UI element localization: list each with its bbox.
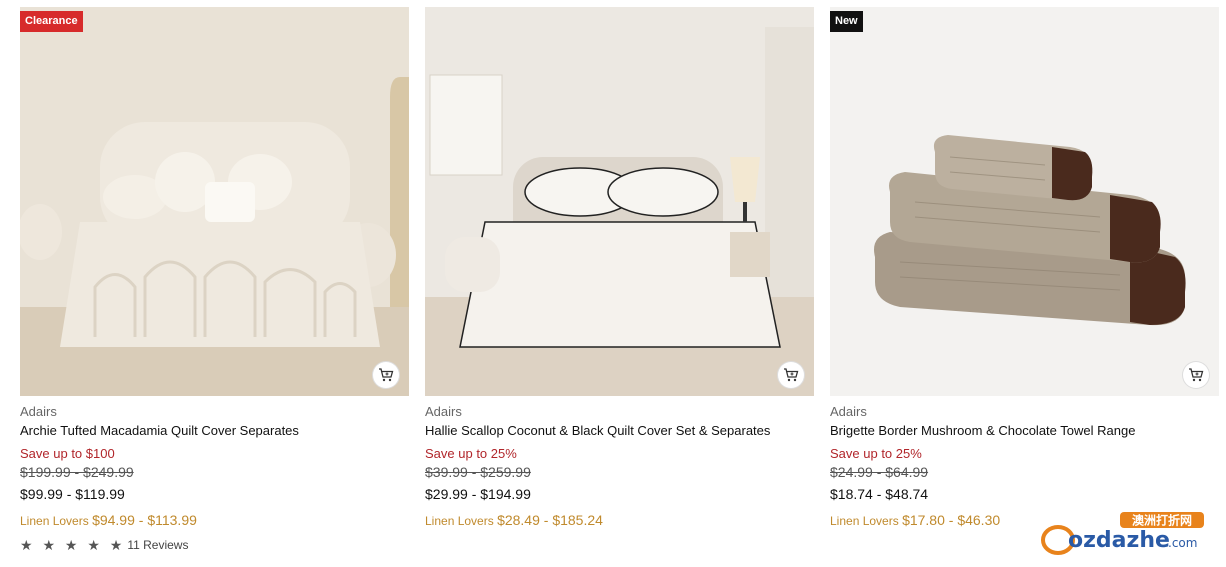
member-price-row: Linen Lovers $28.49 - $185.24 <box>425 512 814 530</box>
product-title[interactable]: Brigette Border Mushroom & Chocolate Tow… <box>830 422 1219 439</box>
towel-image <box>830 7 1219 396</box>
save-text: Save up to 25% <box>830 446 922 461</box>
member-price: $28.49 - $185.24 <box>497 512 603 528</box>
cart-icon <box>379 368 394 382</box>
product-title[interactable]: Hallie Scallop Coconut & Black Quilt Cov… <box>425 422 814 439</box>
current-price: $99.99 - $119.99 <box>20 486 125 502</box>
add-to-cart-button[interactable] <box>373 362 399 388</box>
product-image[interactable]: New <box>830 7 1219 396</box>
bedroom-image <box>20 7 409 396</box>
product-brand: Adairs <box>20 404 57 419</box>
new-badge: New <box>830 11 863 32</box>
product-card[interactable]: New Adairs Brigette Border Mushroom & Ch… <box>830 7 1219 553</box>
add-to-cart-button[interactable] <box>1183 362 1209 388</box>
product-brand: Adairs <box>830 404 867 419</box>
product-card[interactable]: Adairs Hallie Scallop Coconut & Black Qu… <box>425 7 814 553</box>
cart-icon <box>1189 368 1204 382</box>
was-price: $199.99 - $249.99 <box>20 464 134 480</box>
current-price: $18.74 - $48.74 <box>830 486 929 502</box>
product-title[interactable]: Archie Tufted Macadamia Quilt Cover Sepa… <box>20 422 409 439</box>
save-text: Save up to $100 <box>20 446 115 461</box>
product-grid: Clearance Adairs Archie Tufted Macadamia… <box>20 7 1219 553</box>
watermark-tld: .com <box>1168 536 1197 550</box>
was-price: $39.99 - $259.99 <box>425 464 531 480</box>
add-to-cart-button[interactable] <box>778 362 804 388</box>
product-card[interactable]: Clearance Adairs Archie Tufted Macadamia… <box>20 7 409 553</box>
member-price-row: Linen Lovers $94.99 - $113.99 <box>20 512 409 530</box>
clearance-badge: Clearance <box>20 11 83 32</box>
product-image[interactable]: Clearance <box>20 7 409 396</box>
watermark-logo: 澳洲打折网 ozdazhe .com <box>1040 510 1210 558</box>
current-price: $29.99 - $194.99 <box>425 486 531 502</box>
cart-icon <box>784 368 799 382</box>
watermark-domain: ozdazhe <box>1068 528 1170 553</box>
member-label: Linen Lovers <box>425 514 494 528</box>
was-price: $24.99 - $64.99 <box>830 464 929 480</box>
save-text: Save up to 25% <box>425 446 517 461</box>
reviews-count[interactable]: 11 Reviews <box>127 537 188 553</box>
member-price: $17.80 - $46.30 <box>902 512 1001 528</box>
bedroom-image <box>425 7 814 396</box>
member-label: Linen Lovers <box>830 514 899 528</box>
product-image[interactable] <box>425 7 814 396</box>
watermark-chinese: 澳洲打折网 <box>1132 513 1192 528</box>
member-label: Linen Lovers <box>20 514 89 528</box>
member-price: $94.99 - $113.99 <box>92 512 197 528</box>
star-rating-icon: ★ ★ ★ ★ ★ <box>20 537 126 553</box>
reviews-row[interactable]: ★ ★ ★ ★ ★ 11 Reviews <box>20 537 409 553</box>
product-brand: Adairs <box>425 404 462 419</box>
